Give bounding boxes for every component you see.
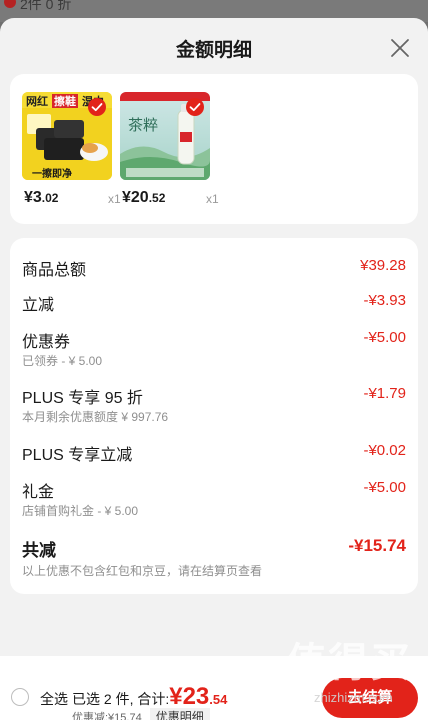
amount-detail-card: 商品总额 ¥39.28 立减 -¥3.93 优惠券 -¥5.00 已领券 - ¥… [10,238,418,594]
amount-integer: ¥23 [169,683,210,710]
image-text-5: 茶粹 [128,116,158,134]
selected-summary: 已选 2 件, 合计:¥23.54 [72,683,227,711]
image-text-4: 一擦即净 [32,167,72,180]
total-discount-value: -¥15.74 [348,536,406,555]
coupon-value: -¥5.00 [363,329,406,346]
product-price: ¥3.02 [24,189,58,207]
gift-sub: 店铺首购礼金 - ¥ 5.00 [22,504,139,518]
summary-amount: ¥23.54 [169,683,228,710]
plus-instant-label: PLUS 专享立减 [22,447,133,464]
instant-off-value: -¥3.93 [363,292,406,309]
product-item-wipes[interactable]: 网红 擦鞋 湿巾 一擦即净 [22,92,121,206]
total-discount-label: 共减 [22,541,56,560]
product-price: ¥20.52 [122,189,165,207]
image-text-1: 网红 [26,94,48,108]
products-card: 网红 擦鞋 湿巾 一擦即净 [10,74,418,224]
instant-off-label: 立减 [22,297,55,314]
price-decimal: .02 [41,191,59,205]
discount-summary: 优惠减:¥15.74 优惠明细 [72,708,210,720]
gift-label: 礼金 [22,484,55,501]
product-item-tea[interactable]: 茶粹 ¥20.52 x1 [120,92,219,206]
background-badge [4,0,16,8]
checkout-bar: 全选 已选 2 件, 合计:¥23.54 优惠减:¥15.74 优惠明细 去结算 [0,656,428,720]
coupon-label: 优惠券 [22,334,71,351]
price-integer: ¥20 [122,189,149,206]
select-all-checkbox[interactable] [11,688,29,706]
product-quantity: x1 [206,192,219,206]
sheet-header: 金额明细 [0,18,428,74]
check-icon [189,103,201,112]
price-decimal: .52 [148,191,166,205]
amount-decimal: .54 [209,692,228,707]
product-quantity: x1 [108,192,121,206]
checked-badge [186,98,204,116]
checkout-button[interactable]: 去结算 [322,678,418,718]
product-image-wipes[interactable]: 网红 擦鞋 湿巾 一擦即净 [22,92,112,180]
product-image-tea[interactable]: 茶粹 [120,92,210,180]
select-all-label[interactable]: 全选 [40,689,68,709]
checked-badge [88,98,106,116]
background-peek-text: 2件 0 折 [20,0,72,12]
summary-prefix: 已选 2 件, 合计: [72,691,170,707]
coupon-sub: 已领券 - ¥ 5.00 [22,354,103,368]
discount-amount: 优惠减:¥15.74 [72,712,142,720]
sheet-title: 金额明细 [175,40,252,61]
goods-total-value: ¥39.28 [360,257,406,274]
price-integer: ¥3 [24,189,42,206]
image-text-2: 擦鞋 [54,94,76,108]
close-icon[interactable] [388,36,412,60]
gift-value: -¥5.00 [363,479,406,496]
plus-95-label: PLUS 专享 95 折 [22,390,143,407]
check-icon [91,103,103,112]
plus-95-value: -¥1.79 [363,385,406,402]
goods-total-label: 商品总额 [22,262,87,279]
discount-note: 以上优惠不包含红包和京豆，请在结算页查看 [22,564,263,578]
plus-instant-value: -¥0.02 [363,442,406,459]
plus-95-sub: 本月剩余优惠额度 ¥ 997.76 [22,410,169,424]
discount-detail-button[interactable]: 优惠明细 [149,708,210,720]
close-button[interactable] [388,36,412,60]
amount-detail-sheet: 金额明细 网红 擦鞋 湿巾 [0,18,428,720]
